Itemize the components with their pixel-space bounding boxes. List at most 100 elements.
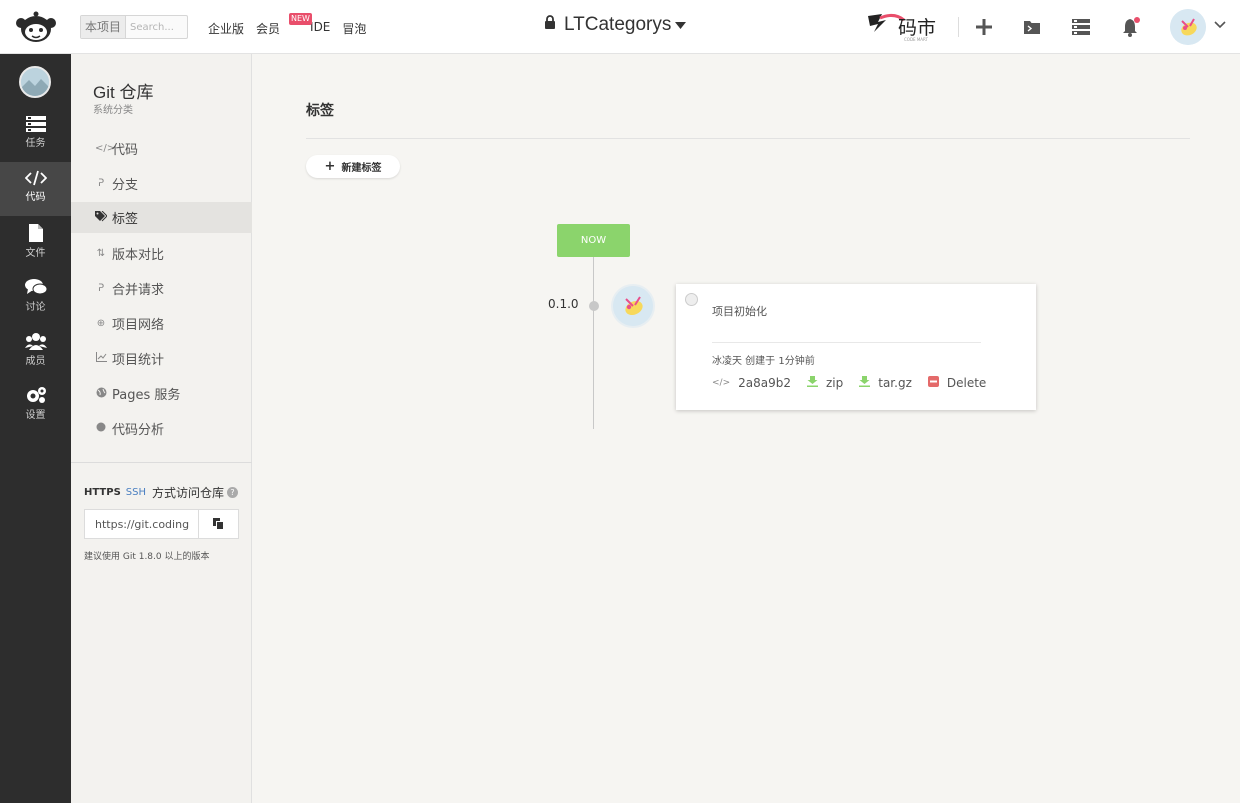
members-icon (24, 333, 47, 350)
plus-icon[interactable] (973, 16, 995, 38)
menu-item-code[interactable]: </> 代码 (71, 133, 252, 164)
menu-item-merge-requests[interactable]: ᕈ 合并请求 (71, 273, 252, 304)
tag-version: 0.1.0 (548, 297, 579, 311)
analysis-icon (95, 422, 107, 435)
delete-label: Delete (946, 376, 987, 390)
tag-actions: </> 2a8a9b2 zip tar.gz Delete (712, 376, 1002, 390)
file-icon (28, 224, 43, 242)
nav-members-label: 成员 (25, 356, 46, 367)
timeline-line (593, 257, 594, 429)
nav-files-label: 文件 (25, 248, 46, 259)
clone-url-input[interactable]: https://git.coding (85, 518, 198, 531)
repo-title: Git 仓库 (93, 83, 154, 102)
project-name: LTCategorys (564, 14, 672, 35)
notification-bell-icon[interactable] (1120, 16, 1142, 38)
clone-url-box: https://git.coding (84, 509, 239, 539)
menu-item-label: 项目统计 (112, 353, 165, 368)
copy-button[interactable] (198, 510, 238, 538)
network-icon: ⊕ (96, 318, 106, 329)
tag-message: 项目初始化 (712, 305, 767, 318)
code-icon: </> (712, 378, 731, 388)
tag-select-radio[interactable] (685, 293, 698, 306)
nav-settings[interactable]: 设置 (0, 378, 71, 432)
terminal-icon[interactable] (1021, 16, 1043, 38)
svg-text:码市: 码市 (898, 17, 936, 39)
menu-item-label: 版本对比 (112, 248, 165, 263)
download-icon (859, 376, 871, 390)
plus-icon: + (324, 159, 336, 174)
help-icon[interactable]: ? (227, 487, 239, 498)
chevron-down-icon[interactable] (1213, 18, 1227, 32)
top-bar: 本项目 Search... 企业版 会员 IDE 冒泡 NEW LTCatego… (0, 0, 1240, 54)
page-title: 标签 (306, 103, 334, 119)
nav-member[interactable]: 会员 (256, 20, 280, 37)
access-label: 方式访问仓库 (152, 486, 225, 500)
menu-item-analysis[interactable]: 代码分析 (71, 413, 252, 444)
repo-subtitle: 系统分类 (93, 105, 133, 116)
coding-logo[interactable] (14, 10, 58, 44)
tasks-icon[interactable] (1070, 16, 1092, 38)
divider (71, 462, 252, 463)
menu-item-label: 代码分析 (112, 423, 165, 438)
now-marker: NOW (557, 224, 630, 257)
nav-files[interactable]: 文件 (0, 216, 71, 270)
new-tag-button[interactable]: + 新建标签 (306, 155, 400, 178)
nav-settings-label: 设置 (25, 410, 46, 421)
menu-item-label: 合并请求 (112, 283, 165, 298)
menu-item-stats[interactable]: 项目统计 (71, 343, 252, 374)
download-zip[interactable]: zip (807, 376, 843, 390)
tasks-icon (25, 116, 46, 132)
menu-item-label: Pages 服务 (112, 388, 181, 403)
compare-icon: ⇅ (96, 248, 106, 259)
zip-label: zip (826, 376, 844, 390)
download-icon (807, 376, 818, 390)
discussion-icon (24, 279, 47, 295)
menu-item-label: 标签 (112, 212, 139, 227)
https-option[interactable]: HTTPS (84, 487, 121, 498)
copy-icon (213, 518, 225, 530)
menu-item-compare[interactable]: ⇅ 版本对比 (71, 238, 252, 269)
ssh-option[interactable]: SSH (126, 487, 146, 498)
merge-icon: ᕈ (97, 283, 105, 294)
menu-item-pages[interactable]: Pages 服务 (71, 378, 252, 409)
settings-icon (26, 387, 46, 403)
nav-discussion[interactable]: 讨论 (0, 270, 71, 324)
tag-author-avatar[interactable] (613, 286, 653, 326)
search-input[interactable]: Search... (126, 22, 174, 33)
svg-text:CODE MART: CODE MART (904, 37, 928, 42)
user-avatar[interactable] (1170, 9, 1206, 45)
timeline-dot (589, 301, 599, 311)
code-mart-logo[interactable]: 码市 CODE MART (864, 8, 954, 44)
targz-label: tar.gz (878, 376, 912, 390)
search-scope[interactable]: 本项目 (81, 16, 127, 38)
divider (306, 138, 1190, 139)
main-nav-sidebar: 任务 代码 文件 讨论 成员 设置 (0, 54, 71, 803)
commit-hash: 2a8a9b2 (738, 376, 791, 390)
menu-item-label: 分支 (112, 178, 139, 193)
menu-item-network[interactable]: ⊕ 项目网络 (71, 308, 252, 339)
project-avatar[interactable] (19, 66, 51, 98)
divider (712, 342, 981, 343)
nav-code-label: 代码 (25, 192, 46, 203)
nav-tasks[interactable]: 任务 (0, 108, 71, 162)
nav-code[interactable]: 代码 (0, 162, 71, 216)
code-icon (24, 170, 47, 186)
commit-link[interactable]: </> 2a8a9b2 (712, 376, 791, 390)
nav-discussion-label: 讨论 (25, 302, 46, 313)
nav-ide[interactable]: IDE (310, 20, 330, 37)
menu-item-branches[interactable]: ᕈ 分支 (71, 168, 252, 199)
tag-icon (95, 210, 108, 225)
menu-item-label: 代码 (112, 143, 139, 158)
download-targz[interactable]: tar.gz (859, 376, 912, 390)
nav-bubble[interactable]: 冒泡 (342, 20, 366, 37)
nav-members[interactable]: 成员 (0, 324, 71, 378)
caret-down-icon (675, 18, 687, 32)
nav-enterprise[interactable]: 企业版 (208, 20, 244, 37)
access-method: HTTPS SSH 方式访问仓库 ? (84, 484, 239, 501)
search-box[interactable]: 本项目 Search... (80, 15, 188, 39)
globe-icon (95, 387, 107, 401)
new-badge: NEW (289, 13, 312, 25)
project-switcher[interactable]: LTCategorys (544, 14, 687, 36)
delete-tag-button[interactable]: Delete (927, 376, 987, 390)
menu-item-tags[interactable]: 标签 (71, 202, 252, 233)
